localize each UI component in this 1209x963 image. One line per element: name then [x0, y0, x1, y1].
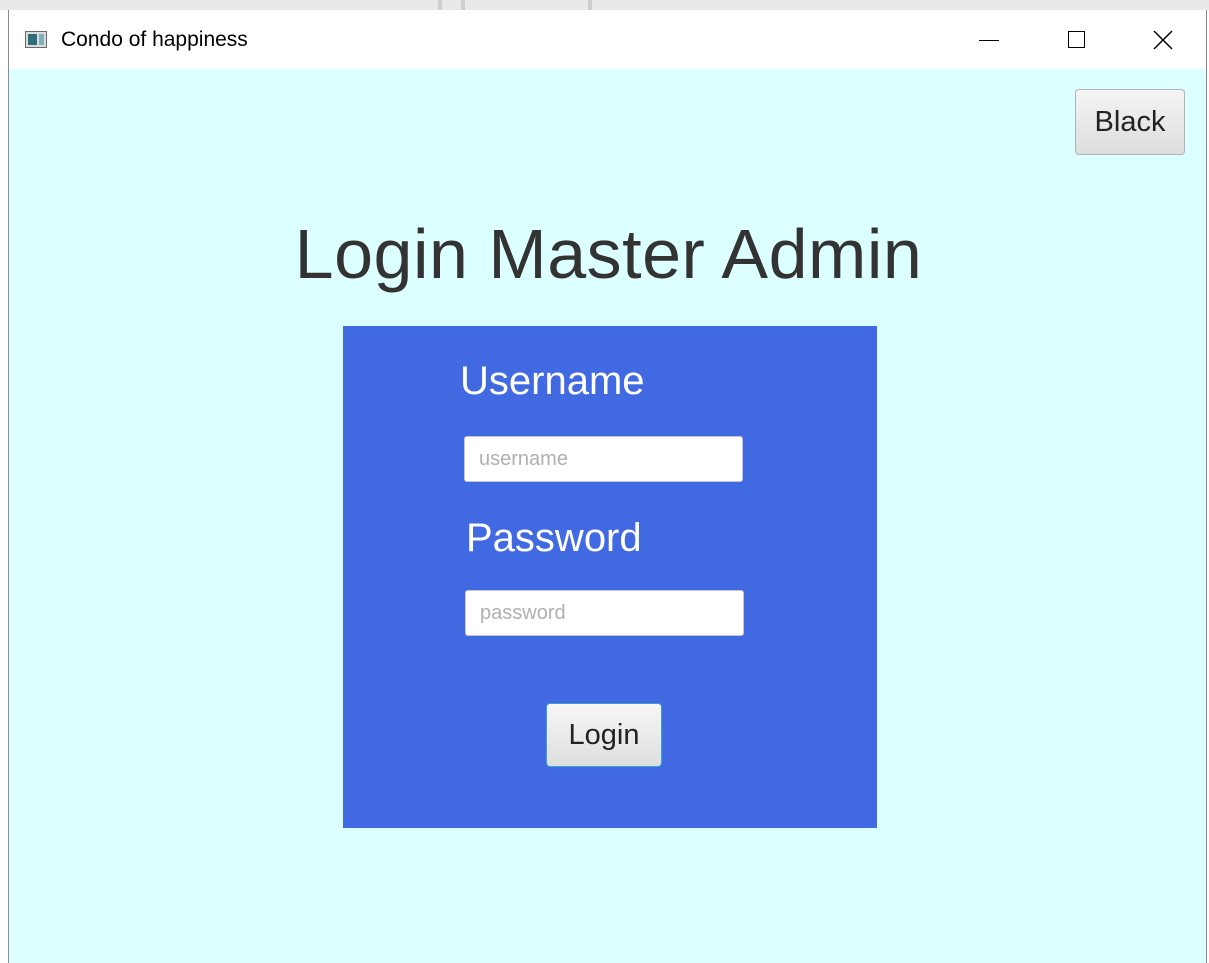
- login-panel: Username Password Login: [343, 326, 877, 828]
- login-button[interactable]: Login: [546, 703, 662, 767]
- desktop-background: Condo of happiness Black Login Master Ad…: [0, 0, 1209, 963]
- background-divider: [588, 0, 592, 10]
- window-title: Condo of happiness: [61, 28, 248, 51]
- minimize-icon: [979, 40, 999, 41]
- password-input[interactable]: [465, 590, 744, 636]
- background-divider: [438, 0, 442, 10]
- password-label: Password: [466, 516, 642, 560]
- close-button[interactable]: [1140, 10, 1186, 69]
- app-icon-pane: [28, 34, 37, 45]
- maximize-button[interactable]: [1054, 10, 1100, 69]
- app-icon-pane: [39, 34, 44, 45]
- title-bar[interactable]: Condo of happiness: [9, 10, 1206, 69]
- back-button[interactable]: Black: [1075, 89, 1185, 155]
- app-icon: [25, 31, 47, 48]
- background-divider: [461, 0, 465, 10]
- page-title: Login Master Admin: [294, 215, 923, 293]
- close-icon: [1153, 30, 1173, 50]
- background-window-edge: [0, 0, 1209, 10]
- username-label: Username: [460, 359, 645, 403]
- content-area: Black Login Master Admin Username Passwo…: [9, 69, 1206, 963]
- username-input[interactable]: [464, 436, 743, 482]
- minimize-button[interactable]: [966, 10, 1012, 69]
- maximize-icon: [1068, 31, 1085, 48]
- app-window: Condo of happiness Black Login Master Ad…: [8, 10, 1207, 963]
